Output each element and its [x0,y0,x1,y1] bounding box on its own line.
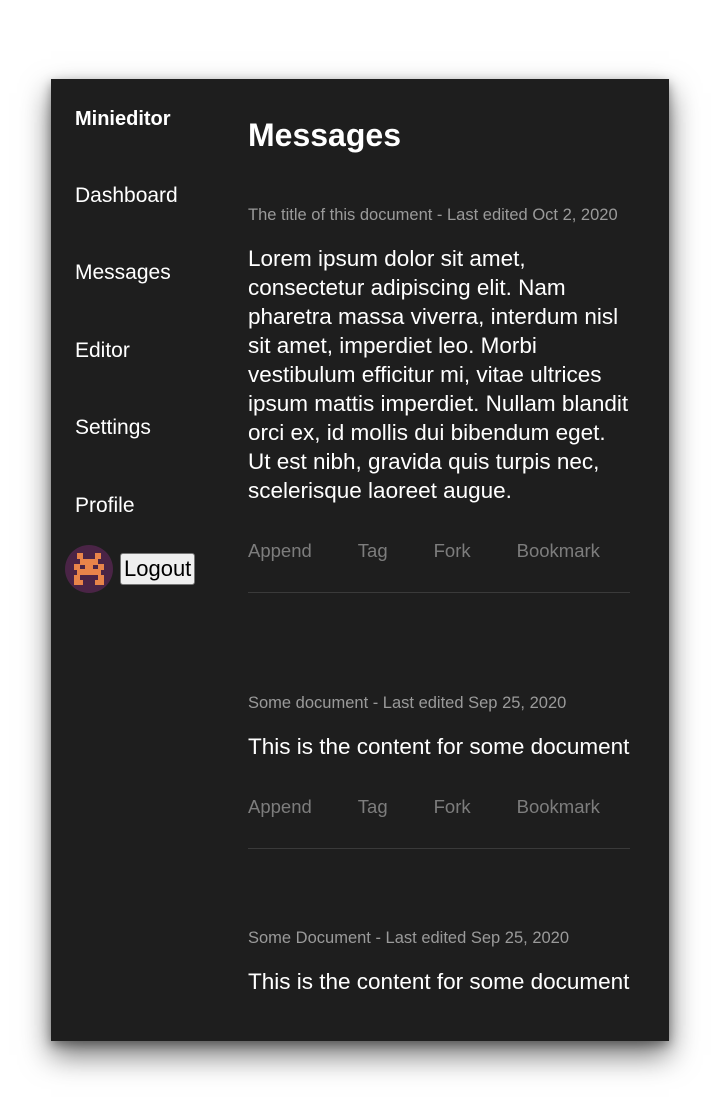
page-title: Messages [248,117,401,153]
nav-item-profile[interactable]: Profile [75,494,135,518]
document-item: The title of this document - Last edited… [248,205,630,593]
nav-item-dashboard[interactable]: Dashboard [75,184,178,208]
fork-button[interactable]: Fork [434,796,471,818]
bookmark-button[interactable]: Bookmark [517,540,600,562]
tag-button[interactable]: Tag [358,540,388,562]
pixel-invader-icon [74,553,104,585]
document-item: Some document - Last edited Sep 25, 2020… [248,693,630,849]
main-content: Messages The title of this document - La… [248,79,630,1041]
avatar[interactable] [65,545,113,593]
append-button[interactable]: Append [248,796,312,818]
document-actions: Append Tag Fork Bookmark [248,796,630,818]
document-meta: Some document - Last edited Sep 25, 2020 [248,694,567,712]
document-meta: Some Document - Last edited Sep 25, 2020 [248,929,570,947]
app-window: Minieditor Dashboard Messages Editor Set… [51,79,669,1041]
nav-item-editor[interactable]: Editor [75,339,130,363]
document-content[interactable]: This is the content for some document [248,967,630,996]
brand-logo[interactable]: Minieditor [75,108,171,131]
document-meta: The title of this document - Last edited… [248,206,618,224]
sidebar: Minieditor Dashboard Messages Editor Set… [51,79,231,1041]
nav-item-messages[interactable]: Messages [75,261,171,285]
divider [248,848,630,849]
divider [248,592,630,593]
bookmark-button[interactable]: Bookmark [517,796,600,818]
document-actions: Append Tag Fork Bookmark [248,540,630,562]
document-item: Some Document - Last edited Sep 25, 2020… [248,928,630,996]
append-button[interactable]: Append [248,540,312,562]
tag-button[interactable]: Tag [358,796,388,818]
nav-item-settings[interactable]: Settings [75,416,151,440]
document-content[interactable]: This is the content for some document [248,732,630,761]
document-content[interactable]: Lorem ipsum dolor sit amet, consectetur … [248,244,630,505]
logout-button[interactable]: Logout [120,553,196,585]
fork-button[interactable]: Fork [434,540,471,562]
